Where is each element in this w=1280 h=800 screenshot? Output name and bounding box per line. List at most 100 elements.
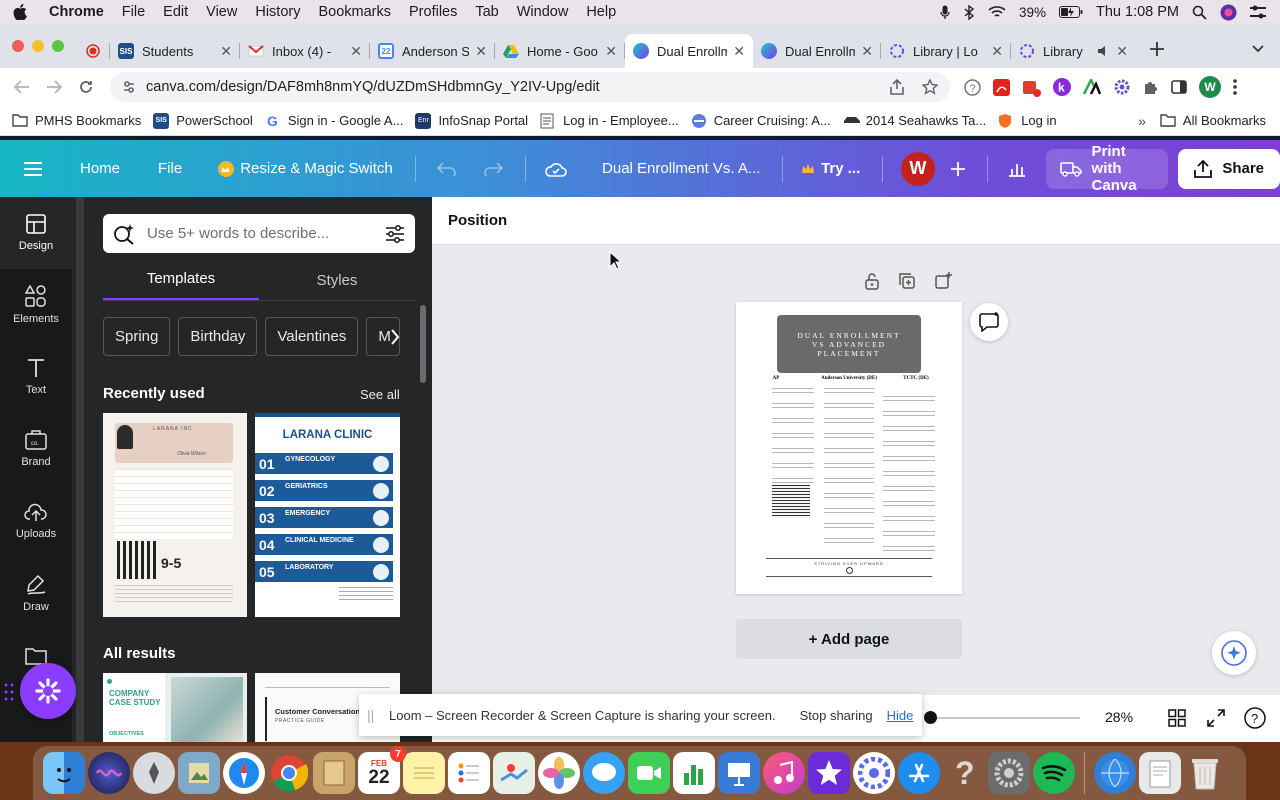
tab-search-chevron-icon[interactable] (1252, 45, 1264, 53)
peardeck-extension-icon[interactable] (1083, 79, 1101, 95)
tab-drive[interactable]: Home - Goo ✕ (495, 34, 625, 68)
rail-text[interactable]: Text (0, 341, 72, 413)
tab-styles[interactable]: Styles (259, 259, 415, 301)
add-collaborator-icon[interactable] (950, 161, 965, 176)
url-text[interactable]: canva.com/design/DAF8mh8nmYQ/dUZDmSHdbmn… (146, 79, 600, 95)
resize-magic-switch-button[interactable]: Resize & Magic Switch (218, 160, 393, 177)
page-footer-motto[interactable]: STRIVING EVER UPWARD (766, 561, 932, 566)
position-button[interactable]: Position (448, 212, 507, 229)
document-title[interactable]: Dual Enrollment Vs. A... (602, 160, 760, 177)
system-preferences-icon[interactable] (988, 752, 1030, 794)
tab-recording[interactable] (80, 34, 110, 68)
spotlight-search-icon[interactable] (1192, 5, 1207, 20)
close-tab-icon[interactable]: ✕ (605, 43, 617, 60)
menu-window[interactable]: Window (508, 4, 578, 20)
chrome-menu-icon[interactable] (1233, 79, 1237, 95)
rail-draw[interactable]: Draw (0, 557, 72, 629)
preview-icon[interactable] (178, 752, 220, 794)
close-tab-icon[interactable]: ✕ (220, 43, 232, 60)
page-tctc-column-text[interactable] (883, 388, 935, 556)
chip-spring[interactable]: Spring (103, 317, 171, 356)
redo-icon[interactable] (483, 161, 504, 176)
music-icon[interactable] (763, 752, 805, 794)
drag-handle-icon[interactable]: || (367, 707, 385, 723)
duplicate-page-icon[interactable] (898, 272, 916, 290)
tab-dual-enrollment-active[interactable]: Dual Enrollm ✕ (625, 34, 753, 68)
zoom-window-icon[interactable] (52, 40, 64, 52)
close-tab-icon[interactable]: ✕ (861, 43, 873, 60)
help-icon[interactable]: ? (1244, 707, 1266, 729)
profile-avatar[interactable]: W (1199, 76, 1221, 98)
settings-gear-extension-icon[interactable] (1113, 78, 1131, 96)
template-thumbnail-schedule[interactable]: LARANA INC Olivia Wilson 9-5 (103, 413, 247, 617)
page-logo-icon[interactable] (846, 567, 853, 574)
menu-view[interactable]: View (197, 4, 246, 20)
page-col-ap[interactable]: AP (756, 376, 796, 381)
minimize-window-icon[interactable] (32, 40, 44, 52)
help-question-icon[interactable]: ? (943, 752, 985, 794)
rail-brand[interactable]: co. Brand (0, 413, 72, 485)
tab-library-audio[interactable]: Library ✕ (1011, 34, 1136, 68)
pdf-editor-extension-icon[interactable] (1022, 78, 1041, 97)
chrome-dock-icon[interactable] (268, 752, 310, 794)
menu-history[interactable]: History (246, 4, 309, 20)
menu-tab[interactable]: Tab (466, 4, 507, 20)
bluetooth-icon[interactable] (963, 4, 975, 20)
close-tab-icon[interactable]: ✕ (475, 43, 487, 60)
share-button[interactable]: Share (1178, 148, 1280, 189)
bookmark-employee-login[interactable]: Log in - Employee... (540, 113, 679, 129)
tab-students[interactable]: SIS Students ✕ (110, 34, 240, 68)
kami-extension-icon[interactable]: k (1053, 78, 1071, 96)
file-menu[interactable]: File (158, 160, 182, 177)
site-info-icon[interactable] (122, 80, 136, 94)
bookmark-career-cruising[interactable]: Career Cruising: A... (691, 113, 831, 129)
template-thumbnail-clinic[interactable]: LARANA CLINIC 01 GYNECOLOGY 02 GERIATRICS 03… (255, 413, 400, 617)
keynote-icon[interactable] (718, 752, 760, 794)
menu-file[interactable]: File (113, 4, 154, 20)
chip-valentines[interactable]: Valentines (265, 317, 359, 356)
hamburger-menu-icon[interactable] (24, 161, 42, 176)
bookmark-google-signin[interactable]: G Sign in - Google A... (265, 113, 404, 129)
tab-library[interactable]: Library | Lo ✕ (881, 34, 1011, 68)
reload-icon[interactable] (70, 79, 102, 95)
add-page-icon[interactable] (934, 272, 952, 290)
close-tab-icon[interactable]: ✕ (733, 43, 745, 60)
home-link[interactable]: Home (80, 160, 120, 177)
network-globe-icon[interactable] (1094, 752, 1136, 794)
close-tab-icon[interactable]: ✕ (991, 43, 1003, 60)
filter-sliders-icon[interactable] (385, 224, 405, 243)
menu-profiles[interactable]: Profiles (400, 4, 466, 20)
microphone-icon[interactable] (940, 5, 950, 20)
maps-icon[interactable] (493, 752, 535, 794)
menubar-clock[interactable]: Thu 1:08 PM (1096, 4, 1179, 20)
bookmark-login[interactable]: Log in (998, 113, 1057, 129)
battery-charging-icon[interactable] (1058, 6, 1083, 18)
chips-next-chevron-icon[interactable] (390, 329, 400, 345)
numbers-icon[interactable] (673, 752, 715, 794)
messages-icon[interactable] (583, 752, 625, 794)
control-center-icon[interactable] (1250, 5, 1266, 19)
try-pro-button[interactable]: Try ... (801, 160, 860, 177)
page-title-banner[interactable]: DUAL ENROLLMENT VS ADVANCED PLACEMENT (777, 315, 921, 373)
menu-edit[interactable]: Edit (154, 4, 197, 20)
side-panel-icon[interactable] (1171, 80, 1187, 94)
design-page[interactable]: DUAL ENROLLMENT VS ADVANCED PLACEMENT AP… (736, 302, 962, 594)
back-icon[interactable] (6, 80, 38, 94)
safari-icon[interactable] (223, 752, 265, 794)
print-with-canva-button[interactable]: Print with Canva (1045, 143, 1169, 194)
see-all-link[interactable]: See all (360, 387, 400, 402)
trash-icon[interactable] (1184, 752, 1226, 794)
page-ap-column-text[interactable] (772, 388, 814, 488)
tab-dual-enrollment[interactable]: Dual Enrollm ✕ (753, 34, 881, 68)
extensions-puzzle-icon[interactable] (1143, 79, 1159, 95)
forward-icon[interactable] (38, 80, 70, 94)
new-tab-icon[interactable] (1150, 42, 1164, 56)
close-window-icon[interactable] (12, 40, 24, 52)
apple-menu-icon[interactable] (0, 4, 40, 20)
add-page-button[interactable]: + Add page (736, 619, 962, 659)
imovie-star-icon[interactable] (808, 752, 850, 794)
page-col-tctc[interactable]: TCTC (DE) (886, 376, 946, 381)
facetime-icon[interactable] (628, 752, 670, 794)
books-illustration[interactable] (772, 484, 810, 518)
canva-assistant-button[interactable] (1212, 631, 1256, 675)
